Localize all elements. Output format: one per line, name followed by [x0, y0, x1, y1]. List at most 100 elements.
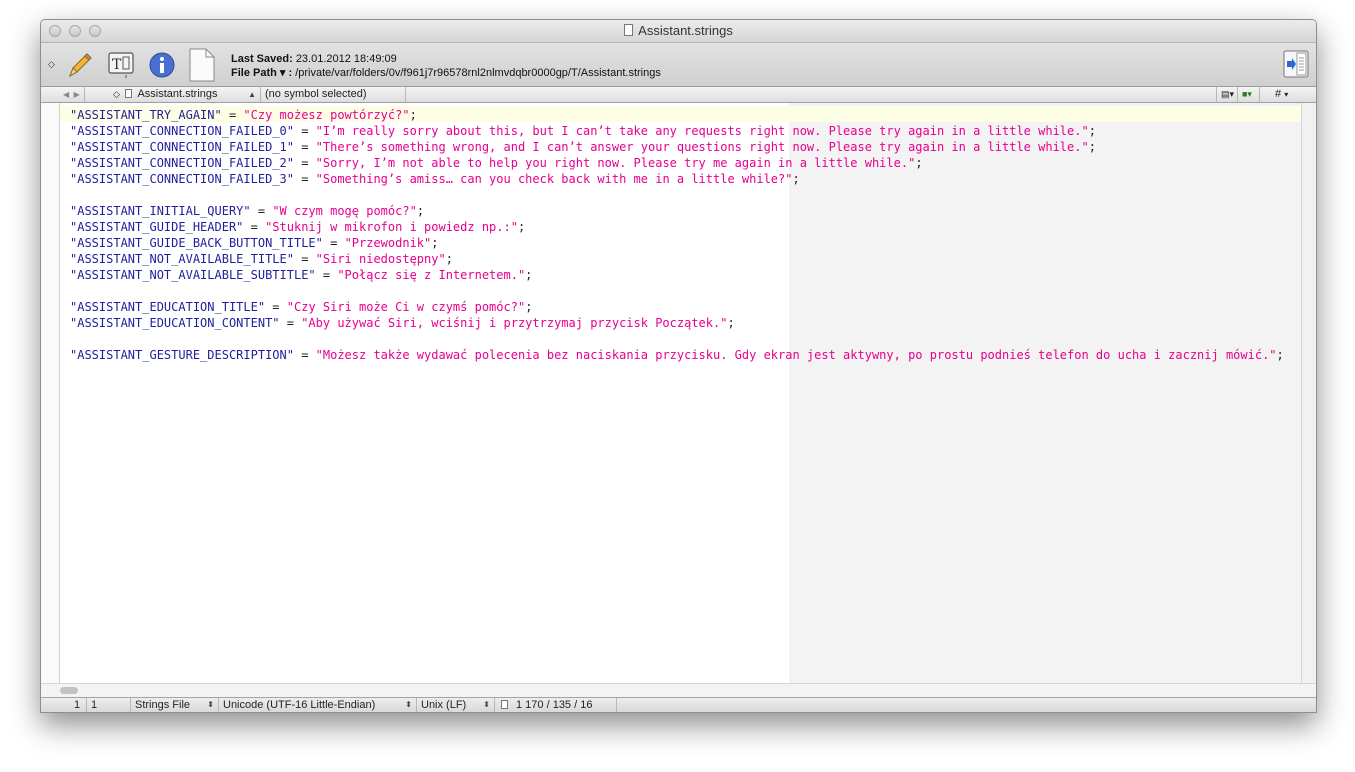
code-line[interactable]: "ASSISTANT_CONNECTION_FAILED_1" = "There… — [70, 139, 1284, 155]
pencil-icon[interactable] — [67, 51, 93, 84]
string-value: "W czym mogę pomóc?" — [272, 204, 417, 218]
string-value: "Możesz także wydawać polecenia bez naci… — [315, 348, 1277, 362]
statement-terminator: ; — [1088, 140, 1096, 154]
file-path-value: /private/var/folders/0v/f961j7r96578rnl2… — [295, 67, 661, 79]
string-key: "ASSISTANT_CONNECTION_FAILED_2" — [70, 156, 294, 170]
code-line[interactable]: "ASSISTANT_GESTURE_DESCRIPTION" = "Możes… — [70, 347, 1284, 363]
counterpart-popup-icon[interactable]: ■▾ — [1238, 87, 1260, 102]
column-number[interactable]: 1 — [87, 698, 131, 712]
string-value: "Siri niedostępny" — [315, 252, 446, 266]
encoding-popup[interactable]: Unicode (UTF-16 Little-Endian) ⬍ — [219, 698, 417, 712]
string-value: "There’s something wrong, and I can’t an… — [315, 140, 1089, 154]
svg-text:T: T — [112, 57, 122, 73]
code-content[interactable]: "ASSISTANT_TRY_AGAIN" = "Czy możesz powt… — [70, 107, 1284, 363]
document-stats-icon — [501, 700, 508, 709]
code-line[interactable]: "ASSISTANT_INITIAL_QUERY" = "W czym mogę… — [70, 203, 1284, 219]
last-saved-value: 23.01.2012 18:49:09 — [295, 53, 397, 65]
navigation-bar: ◀ ▶ ◇ Assistant.strings ▲ (no symbol sel… — [41, 87, 1316, 103]
string-value: "Czy możesz powtórzyć?" — [243, 108, 410, 122]
code-line[interactable]: "ASSISTANT_CONNECTION_FAILED_0" = "I’m r… — [70, 123, 1284, 139]
file-type-popup[interactable]: Strings File ⬍ — [131, 698, 219, 712]
toolbar: ◇ T Last Saved: 23.01.2012 18:49:09 File… — [41, 43, 1316, 87]
string-key: "ASSISTANT_INITIAL_QUERY" — [70, 204, 251, 218]
code-line[interactable] — [70, 283, 1284, 299]
code-line[interactable]: "ASSISTANT_EDUCATION_CONTENT" = "Aby uży… — [70, 315, 1284, 331]
code-line[interactable]: "ASSISTANT_EDUCATION_TITLE" = "Czy Siri … — [70, 299, 1284, 315]
bookmarks-popup-icon[interactable]: ▤▾ — [1216, 87, 1238, 102]
string-value: "Czy Siri może Ci w czymś pomóc?" — [286, 300, 526, 314]
code-line[interactable]: "ASSISTANT_GUIDE_BACK_BUTTON_TITLE" = "P… — [70, 235, 1284, 251]
horizontal-scroll-thumb[interactable] — [60, 687, 78, 694]
document-icon[interactable] — [189, 48, 215, 87]
line-number[interactable]: 1 — [59, 698, 87, 712]
document-stats[interactable]: 1 170 / 135 / 16 — [495, 698, 617, 712]
code-line[interactable] — [70, 331, 1284, 347]
statement-terminator: ; — [517, 220, 526, 234]
chevron-down-icon: ▾ — [1284, 90, 1289, 99]
vertical-scrollbar[interactable] — [1301, 103, 1316, 683]
assignment-operator: = — [315, 268, 338, 282]
code-line[interactable] — [70, 187, 1284, 203]
assignment-operator: = — [293, 156, 316, 170]
code-line[interactable]: "ASSISTANT_TRY_AGAIN" = "Czy możesz powt… — [70, 107, 1284, 123]
editor-window: Assistant.strings ◇ T Last Saved: 23.01.… — [40, 19, 1317, 713]
string-key: "ASSISTANT_NOT_AVAILABLE_SUBTITLE" — [70, 268, 316, 282]
diamond-icon: ◇ — [113, 89, 120, 99]
diamond-menu-icon[interactable]: ◇ — [48, 59, 55, 70]
string-key: "ASSISTANT_CONNECTION_FAILED_0" — [70, 124, 294, 138]
text-inspector-icon[interactable]: T — [108, 51, 136, 84]
assignment-operator: = — [293, 172, 316, 186]
document-stats-label: 1 170 / 135 / 16 — [516, 699, 593, 711]
assignment-operator: = — [322, 236, 345, 250]
back-arrow-icon[interactable]: ◀ — [63, 90, 69, 99]
file-popup-label: Assistant.strings — [137, 88, 218, 100]
assignment-operator: = — [293, 252, 316, 266]
code-line[interactable]: "ASSISTANT_GUIDE_HEADER" = "Stuknij w mi… — [70, 219, 1284, 235]
nav-back-forward[interactable]: ◀ ▶ — [59, 87, 85, 102]
code-line[interactable]: "ASSISTANT_NOT_AVAILABLE_TITLE" = "Siri … — [70, 251, 1284, 267]
document-proxy-icon[interactable] — [624, 24, 634, 36]
statement-terminator: ; — [1276, 348, 1284, 362]
status-bar: 1 1 Strings File ⬍ Unicode (UTF-16 Little… — [41, 697, 1316, 712]
string-key: "ASSISTANT_GUIDE_BACK_BUTTON_TITLE" — [70, 236, 323, 250]
window-title-container: Assistant.strings — [41, 23, 1316, 38]
code-line[interactable]: "ASSISTANT_CONNECTION_FAILED_3" = "Somet… — [70, 171, 1284, 187]
file-popup[interactable]: ◇ Assistant.strings ▲ — [109, 87, 261, 102]
symbol-popup-label: (no symbol selected) — [265, 88, 367, 100]
line-endings-popup[interactable]: Unix (LF) ⬍ — [417, 698, 495, 712]
hash-popup[interactable]: # ▾ — [1271, 87, 1301, 102]
assignment-operator: = — [293, 348, 316, 362]
string-key: "ASSISTANT_GUIDE_HEADER" — [70, 220, 244, 234]
symbol-popup[interactable]: (no symbol selected) — [261, 87, 406, 102]
window-title: Assistant.strings — [638, 23, 733, 38]
file-path-label[interactable]: File Path ▾ : — [231, 67, 292, 79]
horizontal-scrollbar[interactable] — [41, 683, 1316, 697]
assignment-operator: = — [250, 204, 273, 218]
string-value: "Przewodnik" — [344, 236, 432, 250]
statement-terminator: ; — [525, 268, 533, 282]
last-saved-row: Last Saved: 23.01.2012 18:49:09 — [231, 52, 661, 66]
updown-arrows-icon: ⬍ — [483, 700, 490, 709]
text-editor[interactable]: "ASSISTANT_TRY_AGAIN" = "Czy możesz powt… — [41, 103, 1316, 683]
code-line[interactable]: "ASSISTANT_NOT_AVAILABLE_SUBTITLE" = "Po… — [70, 267, 1284, 283]
string-value: "Aby używać Siri, wciśnij i przytrzymaj … — [301, 316, 728, 330]
code-line[interactable]: "ASSISTANT_CONNECTION_FAILED_2" = "Sorry… — [70, 155, 1284, 171]
string-key: "ASSISTANT_CONNECTION_FAILED_3" — [70, 172, 294, 186]
assignment-operator: = — [243, 220, 266, 234]
sidebar-toggle-icon[interactable] — [1283, 50, 1309, 83]
assignment-operator: = — [293, 140, 316, 154]
statement-terminator: ; — [792, 172, 800, 186]
info-icon[interactable] — [148, 51, 176, 84]
statement-terminator: ; — [727, 316, 735, 330]
updown-arrows-icon: ⬍ — [207, 700, 214, 709]
string-key: "ASSISTANT_EDUCATION_TITLE" — [70, 300, 266, 314]
string-value: "Połącz się z Internetem." — [337, 268, 526, 282]
forward-arrow-icon[interactable]: ▶ — [74, 90, 80, 99]
statement-terminator: ; — [416, 204, 425, 218]
string-value: "I’m really sorry about this, but I can’… — [315, 124, 1089, 138]
line-gutter — [41, 103, 60, 683]
assignment-operator: = — [221, 108, 244, 122]
title-bar: Assistant.strings — [41, 20, 1316, 43]
assignment-operator: = — [265, 300, 287, 314]
string-key: "ASSISTANT_CONNECTION_FAILED_1" — [70, 140, 294, 154]
